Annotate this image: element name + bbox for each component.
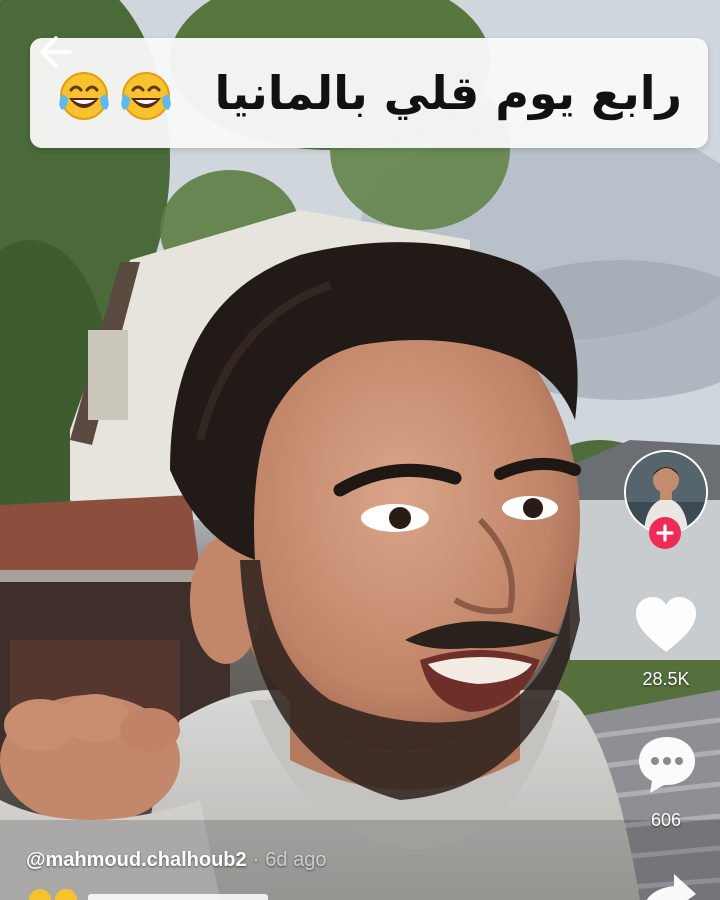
caption-banner: رابع يوم قلي بالمانيا [30,38,708,148]
like-button[interactable] [634,596,698,656]
caption-text: رابع يوم قلي بالمانيا [214,66,682,120]
share-arrow-icon [646,874,696,900]
like-count: 28.5K [642,669,690,689]
comment-button[interactable] [636,734,698,796]
description-preview [29,889,268,900]
plus-icon [656,524,674,542]
creator-meta: @mahmoud.chalhoub2 · 6d ago [26,849,326,872]
face-with-tears-of-joy-icon [59,72,109,120]
follow-button[interactable] [649,517,681,549]
heart-icon [636,597,696,652]
comment-bubble-icon [639,737,695,793]
face-with-tears-of-joy-icon [121,72,171,120]
meta-separator: · [252,849,260,871]
video-description[interactable] [26,882,286,900]
arrow-left-icon [40,36,72,68]
video-player[interactable]: رابع يوم قلي بالمانيا 28.5K 606 @mahmoud… [0,0,720,900]
back-button[interactable] [34,32,74,72]
comment-count: 606 [650,810,682,830]
creator-username[interactable]: @mahmoud.chalhoub2 [26,849,247,871]
creator-avatar-group [624,450,708,549]
share-button[interactable] [640,870,698,900]
post-age: 6d ago [265,849,327,871]
